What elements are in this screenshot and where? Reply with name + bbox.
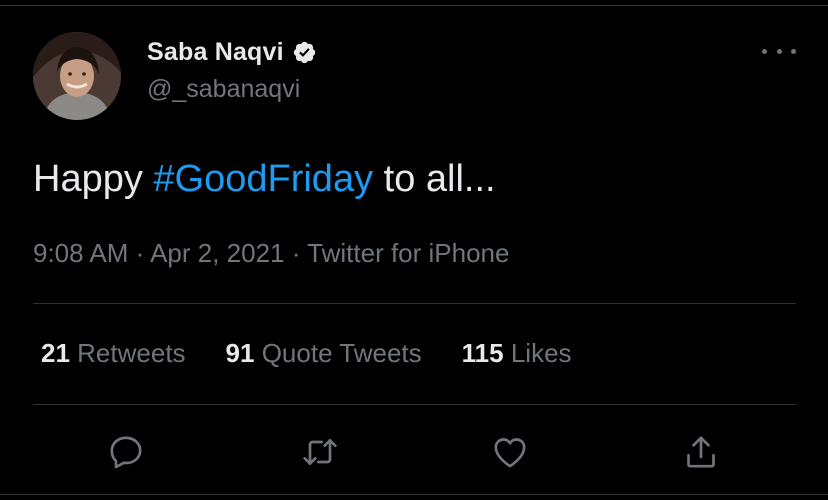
meta-separator: · [128,238,151,268]
verified-badge-icon [292,40,317,65]
retweets-count: 21 [41,338,70,368]
retweets-label: Retweets [77,338,186,368]
meta-separator: · [284,238,308,268]
tweet-source[interactable]: Twitter for iPhone [307,238,509,268]
tweet-text-before: Happy [33,158,154,200]
more-dot [762,48,767,54]
more-dot [791,48,796,54]
tweet-text-after: to all... [373,158,496,200]
like-icon[interactable] [490,432,530,472]
more-horizontal-icon[interactable] [762,40,796,62]
retweet-icon[interactable] [300,432,340,472]
hashtag-link[interactable]: #GoodFriday [153,158,373,200]
tweet-time[interactable]: 9:08 AM [33,238,128,268]
reply-icon[interactable] [106,432,146,472]
user-handle[interactable]: @_sabanaqvi [147,75,300,104]
divider [33,303,796,304]
share-icon[interactable] [681,432,721,472]
likes-label: Likes [510,338,572,368]
likes-stat[interactable]: 115 Likes [462,338,572,369]
divider [33,404,796,405]
name-row: Saba Naqvi [147,37,317,67]
tweet-date[interactable]: Apr 2, 2021 [150,238,284,268]
more-dot [776,48,782,54]
quote-tweets-stat[interactable]: 91 Quote Tweets [226,338,422,369]
bottom-border [0,494,828,495]
display-name[interactable]: Saba Naqvi [147,38,284,67]
top-border [0,5,828,6]
tweet-meta: 9:08 AM · Apr 2, 2021 · Twitter for iPho… [33,238,509,269]
tweet-text: Happy #GoodFriday to all... [33,158,496,201]
likes-count: 115 [461,338,504,368]
engagement-stats: 21 Retweets 91 Quote Tweets 115 Likes [41,338,612,369]
quotes-label: Quote Tweets [261,338,422,368]
avatar[interactable] [33,32,121,120]
retweets-stat[interactable]: 21 Retweets [41,338,186,369]
tweet-detail: Saba Naqvi @_sabanaqvi Happy #GoodFriday… [0,0,828,500]
quotes-count: 91 [225,338,255,368]
avatar-image [33,32,121,120]
